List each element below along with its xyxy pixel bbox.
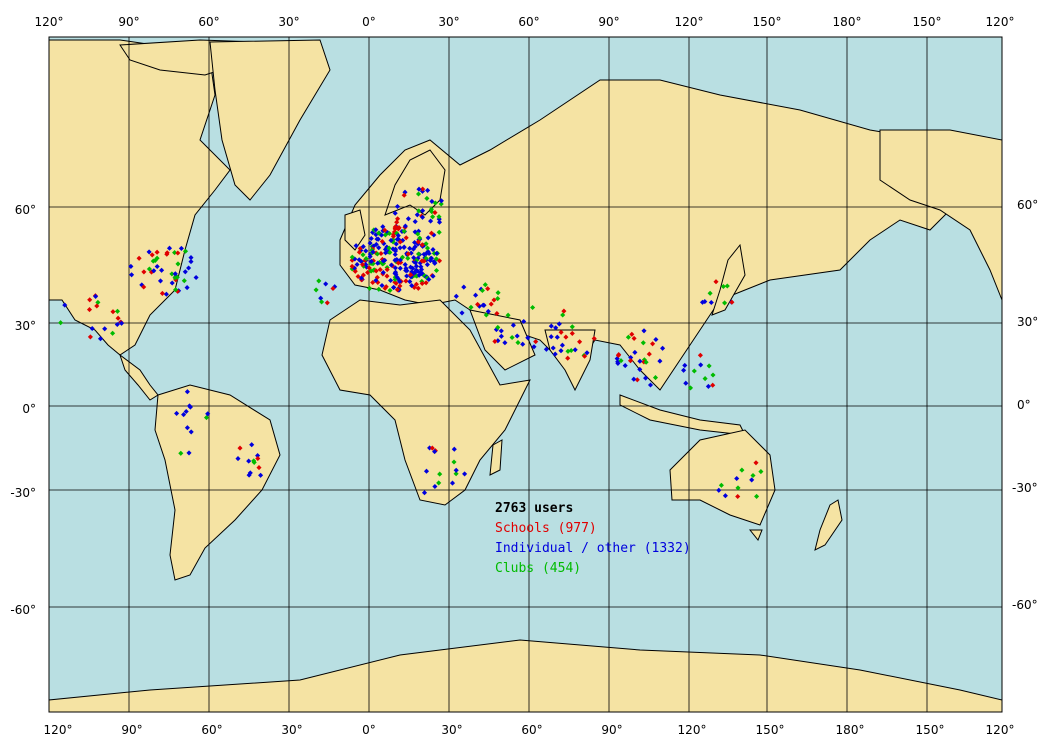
lat-label: 0° bbox=[1017, 398, 1031, 412]
lon-label: 90° bbox=[601, 723, 622, 737]
lat-labels-left: 60° 30° 0° -30° -60° bbox=[10, 203, 36, 617]
lon-label: 90° bbox=[121, 723, 142, 737]
lon-label: 90° bbox=[598, 15, 619, 29]
lon-label: 60° bbox=[521, 723, 542, 737]
lat-label: 30° bbox=[15, 319, 36, 333]
lon-label: 60° bbox=[198, 15, 219, 29]
lon-label: 60° bbox=[201, 723, 222, 737]
lon-label: 30° bbox=[278, 15, 299, 29]
lon-label: 150° bbox=[916, 723, 945, 737]
lat-label: 0° bbox=[22, 402, 36, 416]
lat-label: -30° bbox=[10, 486, 36, 500]
lon-label: 120° bbox=[35, 15, 64, 29]
lon-label: 180° bbox=[836, 723, 865, 737]
lon-label: 30° bbox=[281, 723, 302, 737]
lat-label: -60° bbox=[10, 603, 36, 617]
world-map: 120° 90° 60° 30° 0° 30° 60° 90° 120° 150… bbox=[10, 15, 1038, 737]
lon-label: 0° bbox=[362, 723, 376, 737]
lon-label: 120° bbox=[678, 723, 707, 737]
lon-label: 30° bbox=[441, 723, 462, 737]
lat-label: 60° bbox=[15, 203, 36, 217]
lon-label: 120° bbox=[986, 723, 1015, 737]
lon-label: 90° bbox=[118, 15, 139, 29]
lon-label: 30° bbox=[438, 15, 459, 29]
lon-label: 0° bbox=[362, 15, 376, 29]
lon-label: 120° bbox=[986, 15, 1015, 29]
lon-label: 150° bbox=[913, 15, 942, 29]
legend-schools: Schools (977) bbox=[495, 521, 597, 536]
lat-labels-right: 60° 30° 0° -30° -60° bbox=[1012, 198, 1038, 612]
legend-individual: Individual / other (1332) bbox=[495, 541, 691, 556]
lon-labels-bottom: 120° 90° 60° 30° 0° 30° 60° 90° 120° 150… bbox=[44, 723, 1015, 737]
lon-label: 150° bbox=[756, 723, 785, 737]
lon-label: 120° bbox=[44, 723, 73, 737]
lat-label: 60° bbox=[1017, 198, 1038, 212]
lon-label: 150° bbox=[753, 15, 782, 29]
lon-label: 180° bbox=[833, 15, 862, 29]
lon-label: 60° bbox=[518, 15, 539, 29]
lat-label: -60° bbox=[1012, 598, 1038, 612]
legend-clubs: Clubs (454) bbox=[495, 561, 581, 576]
lon-labels-top: 120° 90° 60° 30° 0° 30° 60° 90° 120° 150… bbox=[35, 15, 1015, 29]
legend-total: 2763 users bbox=[495, 501, 573, 516]
lat-label: 30° bbox=[1017, 315, 1038, 329]
lon-label: 120° bbox=[675, 15, 704, 29]
lat-label: -30° bbox=[1012, 481, 1038, 495]
